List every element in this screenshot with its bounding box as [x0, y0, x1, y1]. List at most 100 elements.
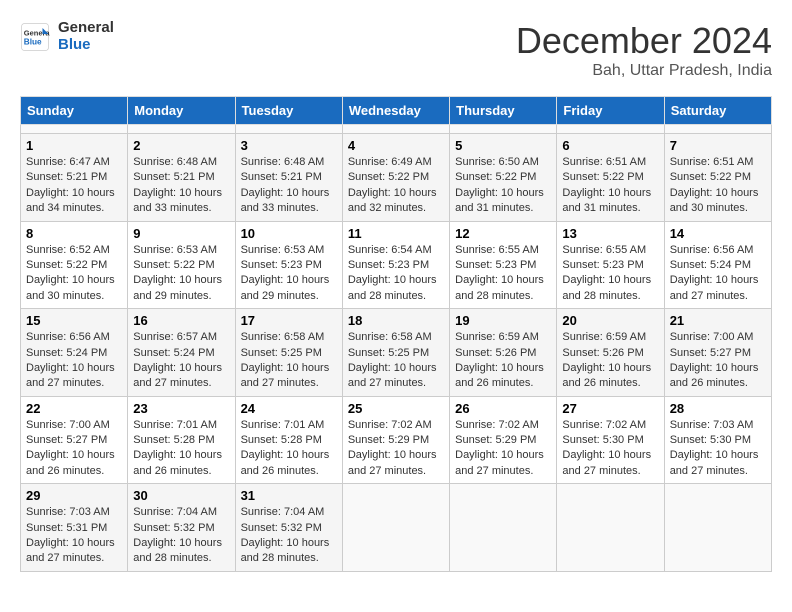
day-number: 22 [26, 401, 122, 416]
calendar-table: SundayMondayTuesdayWednesdayThursdayFrid… [20, 96, 772, 572]
calendar-cell: 3 Sunrise: 6:48 AMSunset: 5:21 PMDaylight… [235, 134, 342, 222]
day-number: 9 [133, 226, 229, 241]
day-number: 18 [348, 313, 444, 328]
day-number: 21 [670, 313, 766, 328]
day-number: 27 [562, 401, 658, 416]
day-number: 29 [26, 488, 122, 503]
day-info: Sunrise: 7:03 AMSunset: 5:31 PMDaylight:… [26, 505, 122, 567]
day-number: 23 [133, 401, 229, 416]
calendar-cell: 25Sunrise: 7:02 AMSunset: 5:29 PMDayligh… [342, 396, 449, 484]
calendar-week-5: 29 Sunrise: 7:03 AMSunset: 5:31 PMDayligh… [21, 484, 772, 572]
day-info: Sunrise: 7:01 AMSunset: 5:28 PMDaylight:… [241, 418, 337, 480]
calendar-cell: 1 Sunrise: 6:47 AMSunset: 5:21 PMDaylight… [21, 134, 128, 222]
calendar-cell [21, 125, 128, 134]
calendar-cell: 17 Sunrise: 6:58 AMSunset: 5:25 PMDayligh… [235, 309, 342, 397]
day-info: Sunrise: 7:00 AMSunset: 5:27 PMDaylight:… [26, 418, 122, 480]
calendar-week-0 [21, 125, 772, 134]
header-friday: Friday [557, 97, 664, 125]
calendar-cell: 4 Sunrise: 6:49 AMSunset: 5:22 PMDaylight… [342, 134, 449, 222]
calendar-cell: 27 Sunrise: 7:02 AMSunset: 5:30 PMDayligh… [557, 396, 664, 484]
title-block: December 2024 Bah, Uttar Pradesh, India [516, 20, 772, 80]
day-number: 14 [670, 226, 766, 241]
day-info: Sunrise: 6:50 AMSunset: 5:22 PMDaylight:… [455, 155, 551, 217]
calendar-cell: 7 Sunrise: 6:51 AMSunset: 5:22 PMDaylight… [664, 134, 771, 222]
day-number: 7 [670, 138, 766, 153]
calendar-cell [342, 125, 449, 134]
day-info: Sunrise: 7:03 AMSunset: 5:30 PMDaylight:… [670, 418, 766, 480]
day-number: 5 [455, 138, 551, 153]
calendar-week-2: 8Sunrise: 6:52 AMSunset: 5:22 PMDaylight… [21, 221, 772, 309]
day-number: 4 [348, 138, 444, 153]
calendar-cell: 18 Sunrise: 6:58 AMSunset: 5:25 PMDayligh… [342, 309, 449, 397]
day-info: Sunrise: 6:49 AMSunset: 5:22 PMDaylight:… [348, 155, 444, 217]
day-info: Sunrise: 6:51 AMSunset: 5:22 PMDaylight:… [670, 155, 766, 217]
day-info: Sunrise: 7:04 AMSunset: 5:32 PMDaylight:… [133, 505, 229, 567]
calendar-cell: 12 Sunrise: 6:55 AMSunset: 5:23 PMDayligh… [450, 221, 557, 309]
day-info: Sunrise: 7:01 AMSunset: 5:28 PMDaylight:… [133, 418, 229, 480]
calendar-cell: 20 Sunrise: 6:59 AMSunset: 5:26 PMDayligh… [557, 309, 664, 397]
day-info: Sunrise: 6:58 AMSunset: 5:25 PMDaylight:… [348, 330, 444, 392]
calendar-cell [450, 125, 557, 134]
day-info: Sunrise: 6:58 AMSunset: 5:25 PMDaylight:… [241, 330, 337, 392]
calendar-week-1: 1 Sunrise: 6:47 AMSunset: 5:21 PMDaylight… [21, 134, 772, 222]
calendar-cell: 13 Sunrise: 6:55 AMSunset: 5:23 PMDayligh… [557, 221, 664, 309]
calendar-cell [664, 484, 771, 572]
header-saturday: Saturday [664, 97, 771, 125]
day-number: 12 [455, 226, 551, 241]
logo-text-general: General [58, 20, 114, 37]
day-info: Sunrise: 6:51 AMSunset: 5:22 PMDaylight:… [562, 155, 658, 217]
calendar-cell [128, 125, 235, 134]
page-header: General Blue General Blue December 2024 … [20, 20, 772, 80]
calendar-cell: 11Sunrise: 6:54 AMSunset: 5:23 PMDayligh… [342, 221, 449, 309]
day-info: Sunrise: 6:53 AMSunset: 5:23 PMDaylight:… [241, 243, 337, 305]
day-info: Sunrise: 6:55 AMSunset: 5:23 PMDaylight:… [455, 243, 551, 305]
calendar-cell [235, 125, 342, 134]
day-info: Sunrise: 7:02 AMSunset: 5:29 PMDaylight:… [455, 418, 551, 480]
logo-text-blue: Blue [58, 37, 114, 54]
day-number: 30 [133, 488, 229, 503]
calendar-cell: 24 Sunrise: 7:01 AMSunset: 5:28 PMDayligh… [235, 396, 342, 484]
day-info: Sunrise: 6:57 AMSunset: 5:24 PMDaylight:… [133, 330, 229, 392]
day-number: 11 [348, 226, 444, 241]
header-monday: Monday [128, 97, 235, 125]
calendar-cell [557, 484, 664, 572]
day-number: 13 [562, 226, 658, 241]
calendar-cell: 31 Sunrise: 7:04 AMSunset: 5:32 PMDayligh… [235, 484, 342, 572]
day-info: Sunrise: 7:04 AMSunset: 5:32 PMDaylight:… [241, 505, 337, 567]
day-info: Sunrise: 6:53 AMSunset: 5:22 PMDaylight:… [133, 243, 229, 305]
day-info: Sunrise: 6:59 AMSunset: 5:26 PMDaylight:… [455, 330, 551, 392]
day-number: 31 [241, 488, 337, 503]
header-wednesday: Wednesday [342, 97, 449, 125]
calendar-header-row: SundayMondayTuesdayWednesdayThursdayFrid… [21, 97, 772, 125]
logo-icon: General Blue [20, 22, 50, 52]
calendar-cell: 14 Sunrise: 6:56 AMSunset: 5:24 PMDayligh… [664, 221, 771, 309]
day-info: Sunrise: 7:00 AMSunset: 5:27 PMDaylight:… [670, 330, 766, 392]
day-number: 24 [241, 401, 337, 416]
day-number: 17 [241, 313, 337, 328]
calendar-cell: 15Sunrise: 6:56 AMSunset: 5:24 PMDayligh… [21, 309, 128, 397]
day-number: 19 [455, 313, 551, 328]
calendar-cell [664, 125, 771, 134]
location-subtitle: Bah, Uttar Pradesh, India [516, 62, 772, 80]
day-info: Sunrise: 6:56 AMSunset: 5:24 PMDaylight:… [670, 243, 766, 305]
calendar-cell: 5 Sunrise: 6:50 AMSunset: 5:22 PMDaylight… [450, 134, 557, 222]
calendar-week-3: 15Sunrise: 6:56 AMSunset: 5:24 PMDayligh… [21, 309, 772, 397]
day-info: Sunrise: 6:55 AMSunset: 5:23 PMDaylight:… [562, 243, 658, 305]
day-info: Sunrise: 6:47 AMSunset: 5:21 PMDaylight:… [26, 155, 122, 217]
day-info: Sunrise: 6:48 AMSunset: 5:21 PMDaylight:… [241, 155, 337, 217]
svg-text:Blue: Blue [24, 37, 42, 46]
day-number: 16 [133, 313, 229, 328]
day-number: 3 [241, 138, 337, 153]
calendar-cell: 10Sunrise: 6:53 AMSunset: 5:23 PMDayligh… [235, 221, 342, 309]
calendar-cell: 29 Sunrise: 7:03 AMSunset: 5:31 PMDayligh… [21, 484, 128, 572]
calendar-cell: 6Sunrise: 6:51 AMSunset: 5:22 PMDaylight… [557, 134, 664, 222]
day-number: 20 [562, 313, 658, 328]
calendar-cell: 28Sunrise: 7:03 AMSunset: 5:30 PMDayligh… [664, 396, 771, 484]
calendar-cell: 26Sunrise: 7:02 AMSunset: 5:29 PMDayligh… [450, 396, 557, 484]
day-info: Sunrise: 7:02 AMSunset: 5:29 PMDaylight:… [348, 418, 444, 480]
day-number: 1 [26, 138, 122, 153]
day-info: Sunrise: 7:02 AMSunset: 5:30 PMDaylight:… [562, 418, 658, 480]
calendar-cell: 8Sunrise: 6:52 AMSunset: 5:22 PMDaylight… [21, 221, 128, 309]
day-info: Sunrise: 6:59 AMSunset: 5:26 PMDaylight:… [562, 330, 658, 392]
day-info: Sunrise: 6:56 AMSunset: 5:24 PMDaylight:… [26, 330, 122, 392]
